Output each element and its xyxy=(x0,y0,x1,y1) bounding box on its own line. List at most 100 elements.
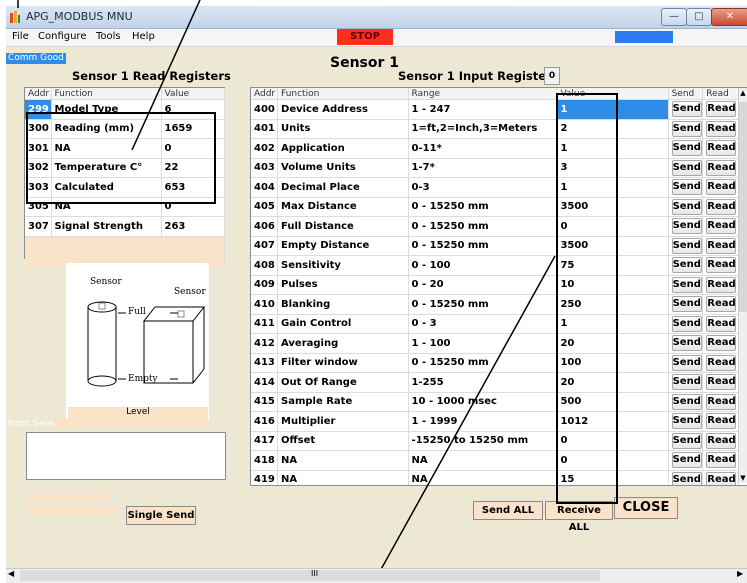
input-cell-range: 0 - 15250 mm xyxy=(408,236,558,256)
input-cell-addr: 407 xyxy=(251,236,279,256)
send-button[interactable]: Send xyxy=(671,120,702,137)
menu-tools[interactable]: Tools xyxy=(96,31,121,42)
single-send-button[interactable]: Single Send xyxy=(126,506,196,525)
table-row[interactable]: 407 Empty Distance 0 - 15250 mm 3500 Send Rea… xyxy=(251,236,739,256)
table-row[interactable]: 307 Signal Strength 263 xyxy=(25,216,225,237)
scroll-up-icon[interactable]: ▲ xyxy=(739,88,747,98)
read-button[interactable]: Read xyxy=(706,432,737,449)
read-cell: Read xyxy=(702,411,739,432)
menu-configure[interactable]: Configure xyxy=(38,31,86,42)
read-button[interactable]: Read xyxy=(706,354,737,371)
input-cell-function: Sensitivity xyxy=(277,255,409,276)
input-cell-function: NA xyxy=(277,450,409,471)
table-row[interactable]: 415 Sample Rate 10 - 1000 msec 500 Send Read xyxy=(251,392,739,412)
send-button[interactable]: Send xyxy=(671,374,702,391)
read-button[interactable]: Read xyxy=(706,296,737,313)
comm-status-badge: Comm Good xyxy=(6,53,66,64)
register-count-badge[interactable]: 0 xyxy=(544,67,560,85)
send-button[interactable]: Send xyxy=(671,471,702,485)
read-button[interactable]: Read xyxy=(706,393,737,410)
table-row[interactable]: 418 NA NA 0 Send Read xyxy=(251,450,739,471)
maximize-button[interactable]: □ xyxy=(686,8,712,26)
stop-button[interactable]: STOP xyxy=(337,29,393,45)
table-row[interactable]: 403 Volume Units 1-7* 3 Send Read xyxy=(251,158,739,178)
menu-help[interactable]: Help xyxy=(132,31,155,42)
send-button[interactable]: Send xyxy=(671,315,702,332)
send-button[interactable]: Send xyxy=(671,159,702,176)
send-button[interactable]: Send xyxy=(671,296,702,313)
send-button[interactable]: Send xyxy=(671,432,702,449)
table-row[interactable]: 414 Out Of Range 1-255 20 Send Read xyxy=(251,372,739,393)
read-cell: Read xyxy=(702,314,739,334)
table-row[interactable]: 419 NA NA 15 Send Read xyxy=(251,470,739,485)
input-cell-function: Full Distance xyxy=(277,216,409,237)
scroll-left-icon[interactable]: ◀ xyxy=(8,569,14,578)
read-button[interactable]: Read xyxy=(706,101,737,118)
table-row[interactable]: 412 Averaging 1 - 100 20 Send Read xyxy=(251,333,739,354)
read-button[interactable]: Read xyxy=(706,257,737,274)
read-button[interactable]: Read xyxy=(706,179,737,196)
input-cell-addr: 415 xyxy=(251,392,279,412)
input-cell-addr: 403 xyxy=(251,158,279,178)
message-textarea[interactable] xyxy=(26,432,226,480)
read-button[interactable]: Read xyxy=(706,276,737,293)
scroll-down-icon[interactable]: ▼ xyxy=(739,473,747,483)
read-cell: Read xyxy=(702,275,739,295)
close-button[interactable]: CLOSE xyxy=(614,497,678,519)
vertical-scrollbar[interactable]: ▲ ▼ xyxy=(738,88,747,483)
scroll-thumb[interactable] xyxy=(739,102,747,312)
table-row[interactable]: 411 Gain Control 0 - 3 1 Send Read xyxy=(251,314,739,334)
read-button[interactable]: Read xyxy=(706,452,737,469)
send-button[interactable]: Send xyxy=(671,452,702,469)
read-cell: Read xyxy=(702,294,739,315)
read-button[interactable]: Read xyxy=(706,413,737,430)
send-button[interactable]: Send xyxy=(671,179,702,196)
read-button[interactable]: Read xyxy=(706,159,737,176)
send-button[interactable]: Send xyxy=(671,198,702,215)
read-cell: Read xyxy=(702,431,739,451)
read-button[interactable]: Read xyxy=(706,315,737,332)
table-row[interactable]: 402 Application 0-11* 1 Send Read xyxy=(251,138,739,159)
send-button[interactable]: Send xyxy=(671,413,702,430)
table-row[interactable]: 405 Max Distance 0 - 15250 mm 3500 Send Read xyxy=(251,197,739,217)
table-row[interactable]: 416 Multiplier 1 - 1999 1012 Send Read xyxy=(251,411,739,432)
table-row[interactable]: 401 Units 1=ft,2=Inch,3=Meters 2 Send Read xyxy=(251,119,739,139)
table-row[interactable]: 410 Blanking 0 - 15250 mm 250 Send Read xyxy=(251,294,739,315)
read-button[interactable]: Read xyxy=(706,218,737,235)
table-row[interactable]: 408 Sensitivity 0 - 100 75 Send Read xyxy=(251,255,739,276)
read-button[interactable]: Read xyxy=(706,120,737,137)
send-button[interactable]: Send xyxy=(671,218,702,235)
status-field-1 xyxy=(28,493,108,501)
read-button[interactable]: Read xyxy=(706,374,737,391)
horizontal-scrollbar[interactable]: ◀ III ▶ xyxy=(6,568,747,583)
table-row[interactable]: 413 Filter window 0 - 15250 mm 100 Send Read xyxy=(251,353,739,373)
sensor-title: Sensor 1 xyxy=(330,55,400,71)
minimize-button[interactable]: — xyxy=(661,8,687,26)
send-button[interactable]: Send xyxy=(671,140,702,157)
read-cell: Read xyxy=(702,353,739,373)
send-button[interactable]: Send xyxy=(671,354,702,371)
input-cell-range: NA xyxy=(408,470,558,485)
send-button[interactable]: Send xyxy=(671,257,702,274)
send-button[interactable]: Send xyxy=(671,335,702,352)
read-button[interactable]: Read xyxy=(706,198,737,215)
window-close-button[interactable]: ✕ xyxy=(711,8,747,26)
table-row[interactable]: 404 Decimal Place 0-3 1 Send Read xyxy=(251,177,739,198)
scroll-right-icon[interactable]: ▶ xyxy=(737,569,743,578)
read-button[interactable]: Read xyxy=(706,471,737,485)
menu-file[interactable]: File xyxy=(12,31,29,42)
read-button[interactable]: Read xyxy=(706,335,737,352)
send-all-button[interactable]: Send ALL xyxy=(473,501,543,520)
send-button[interactable]: Send xyxy=(671,276,702,293)
table-row[interactable]: 406 Full Distance 0 - 15250 mm 0 Send Read xyxy=(251,216,739,237)
window-title: APG_MODBUS MNU xyxy=(26,10,133,23)
hscroll-thumb[interactable] xyxy=(20,570,600,581)
send-button[interactable]: Send xyxy=(671,237,702,254)
read-button[interactable]: Read xyxy=(706,140,737,157)
table-row[interactable]: 400 Device Address 1 - 247 1 Send Read xyxy=(251,99,739,120)
send-button[interactable]: Send xyxy=(671,101,702,118)
read-button[interactable]: Read xyxy=(706,237,737,254)
table-row[interactable]: 409 Pulses 0 - 20 10 Send Read xyxy=(251,275,739,295)
send-button[interactable]: Send xyxy=(671,393,702,410)
table-row[interactable]: 417 Offset -15250 to 15250 mm 0 Send Read xyxy=(251,431,739,451)
